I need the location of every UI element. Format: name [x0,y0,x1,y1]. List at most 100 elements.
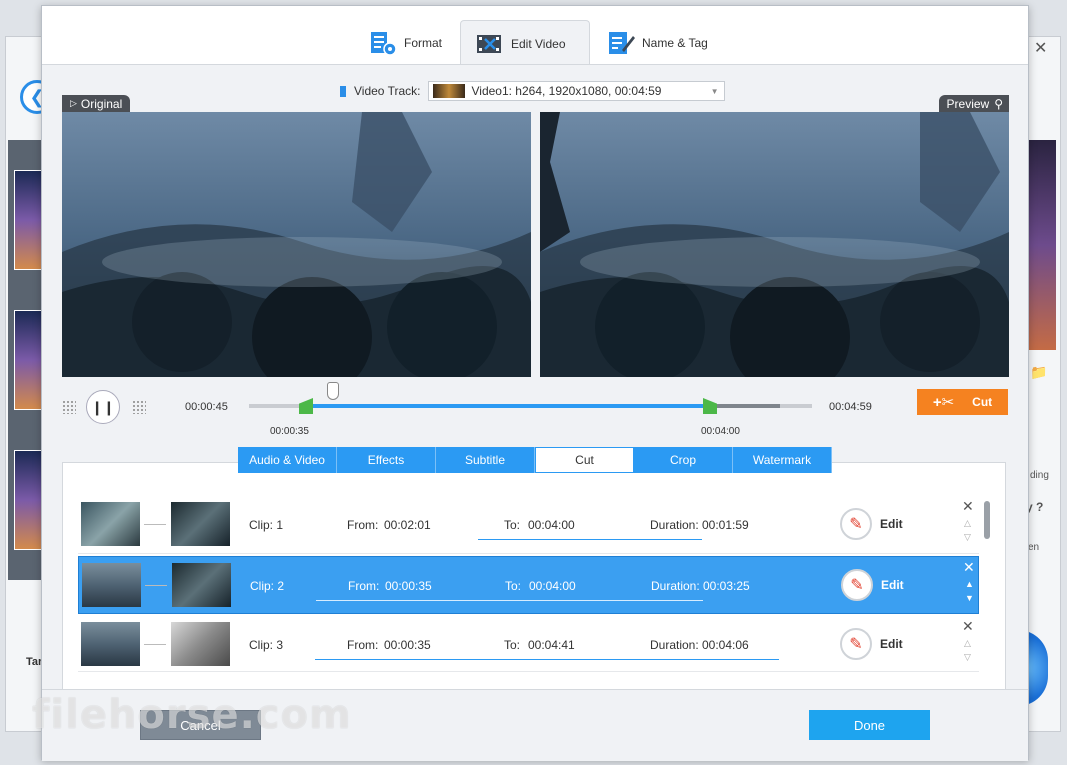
clip-row[interactable]: Clip: 1 From: 00:02:01 To: 00:04:00 Dura… [78,496,979,554]
clip-from: 00:00:35 [385,579,432,593]
clip-connector [145,585,167,586]
subtab-crop[interactable]: Crop [634,447,733,473]
playhead-handle[interactable] [327,382,339,400]
chevron-down-icon: ▼ [710,87,719,96]
tab-edit-video[interactable]: Edit Video [460,20,590,66]
move-up-icon[interactable]: △ [964,638,971,649]
add-cut-icon: +✂ [932,394,955,411]
format-icon [371,32,397,56]
move-down-icon[interactable]: ▽ [964,652,971,663]
clip-duration: 00:04:06 [702,638,749,652]
edit-clip-button[interactable]: ✎ Edit [840,508,903,540]
edit-subtabs: Audio & Video Effects Subtitle Cut Crop … [238,447,832,473]
tab-label: Name & Tag [642,36,708,50]
edit-label: Edit [881,578,904,592]
start-marker-handle[interactable] [299,398,313,414]
pause-button[interactable]: ❙❙ [86,390,120,424]
preview-label[interactable]: Preview ⚲ [938,95,1009,112]
clip-end-thumbnail [171,502,230,546]
search-icon: ⚲ [994,96,1003,111]
grip-left-icon[interactable] [62,400,76,414]
background-label: Tar [26,656,43,668]
clip-number: Clip: 1 [249,518,284,532]
subtab-effects[interactable]: Effects [337,447,436,473]
video-track-label: Video Track: [354,84,421,98]
move-down-icon[interactable]: ▽ [964,532,971,543]
pause-icon: ❙❙ [91,398,115,415]
original-text: Original [80,96,123,111]
background-thumbnail [14,310,42,410]
clip-to: 00:04:00 [529,579,576,593]
clip-row[interactable]: Clip: 3 From: 00:00:35 To: 00:04:41 Dura… [78,616,979,672]
clip-to-label: To: [504,518,521,532]
watermark-text: filehorse.com [32,692,352,738]
clip-from-label: From: [347,518,379,532]
name-tag-icon [609,32,635,54]
clip-duration-label: Duration: [650,638,699,652]
folder-icon[interactable]: 📁 [1030,364,1047,381]
subtab-subtitle[interactable]: Subtitle [436,447,535,473]
move-down-icon[interactable]: ▼ [965,593,974,603]
preview-video [540,112,1009,377]
clip-to-label: To: [504,638,521,652]
cut-button[interactable]: +✂ Cut [917,389,1008,415]
edit-clip-button[interactable]: ✎ Edit [841,569,904,601]
background-thumbnail [14,450,42,550]
clip-connector [144,524,166,525]
pencil-icon: ✎ [840,508,872,540]
clip-connector [144,644,166,645]
video-track-select[interactable]: Video1: h264, 1920x1080, 00:04:59 ▼ [428,81,726,101]
clip-to: 00:04:41 [528,638,575,652]
delete-clip-icon[interactable]: ✕ [962,498,974,515]
timeline-track[interactable] [249,382,812,414]
delete-clip-icon[interactable]: ✕ [963,559,975,576]
tab-label: Edit Video [511,36,566,51]
move-up-icon[interactable]: △ [964,518,971,529]
background-preview-strip [1028,140,1056,350]
edit-label: Edit [880,517,903,531]
done-button[interactable]: Done [809,710,930,740]
cut-button-label: Cut [972,395,993,409]
pencil-icon: ✎ [840,628,872,660]
edit-clip-button[interactable]: ✎ Edit [840,628,903,660]
edit-video-dialog: ✕ Format Edit Video [41,5,1029,761]
grip-right-icon[interactable] [132,400,146,414]
subtab-audio-video[interactable]: Audio & Video [238,447,337,473]
end-marker-time: 00:04:00 [701,426,740,437]
preview-text: Preview [946,96,990,111]
clip-from: 00:02:01 [384,518,431,532]
timeline-remaining [706,404,780,408]
end-marker-handle[interactable] [703,398,717,414]
clip-to-label: To: [505,579,522,593]
background-thumbnail [14,170,42,270]
clip-row-selected[interactable]: Clip: 2 From: 00:00:35 To: 00:04:00 Dura… [78,556,979,614]
move-up-icon[interactable]: ▲ [965,579,974,589]
tab-label: Format [404,36,443,50]
video-track-value: Video1: h264, 1920x1080, 00:04:59 [471,84,662,98]
clip-duration-label: Duration: [651,579,700,593]
background-close-icon[interactable]: ✕ [1034,38,1047,58]
video-track-icon [340,85,346,97]
subtab-watermark[interactable]: Watermark [733,447,832,473]
clip-end-thumbnail [171,622,230,666]
original-video [62,112,531,377]
subtab-cut[interactable]: Cut [535,447,634,473]
clip-start-thumbnail [81,502,140,546]
clip-number: Clip: 3 [249,638,284,652]
current-time: 00:00:45 [185,401,228,413]
clip-duration: 00:03:25 [703,579,750,593]
background-button[interactable]: en [1028,542,1039,553]
top-tabbar: Format Edit Video Name & Tag [42,6,1028,66]
edit-content: ▷ Original Video Track: Video1: h264, 19… [42,64,1028,690]
clip-from: 00:00:35 [384,638,431,652]
original-label: ▷ Original [62,95,131,112]
tab-format[interactable]: Format [354,20,456,66]
play-triangle-icon: ▷ [70,98,77,108]
timeline-selected-range [306,404,706,408]
clip-from-label: From: [348,579,380,593]
clip-duration: 00:01:59 [702,518,749,532]
delete-clip-icon[interactable]: ✕ [962,618,974,635]
clip-number: Clip: 2 [250,579,285,593]
tab-name-tag[interactable]: Name & Tag [592,20,722,66]
clip-list-scrollbar[interactable] [984,501,990,539]
